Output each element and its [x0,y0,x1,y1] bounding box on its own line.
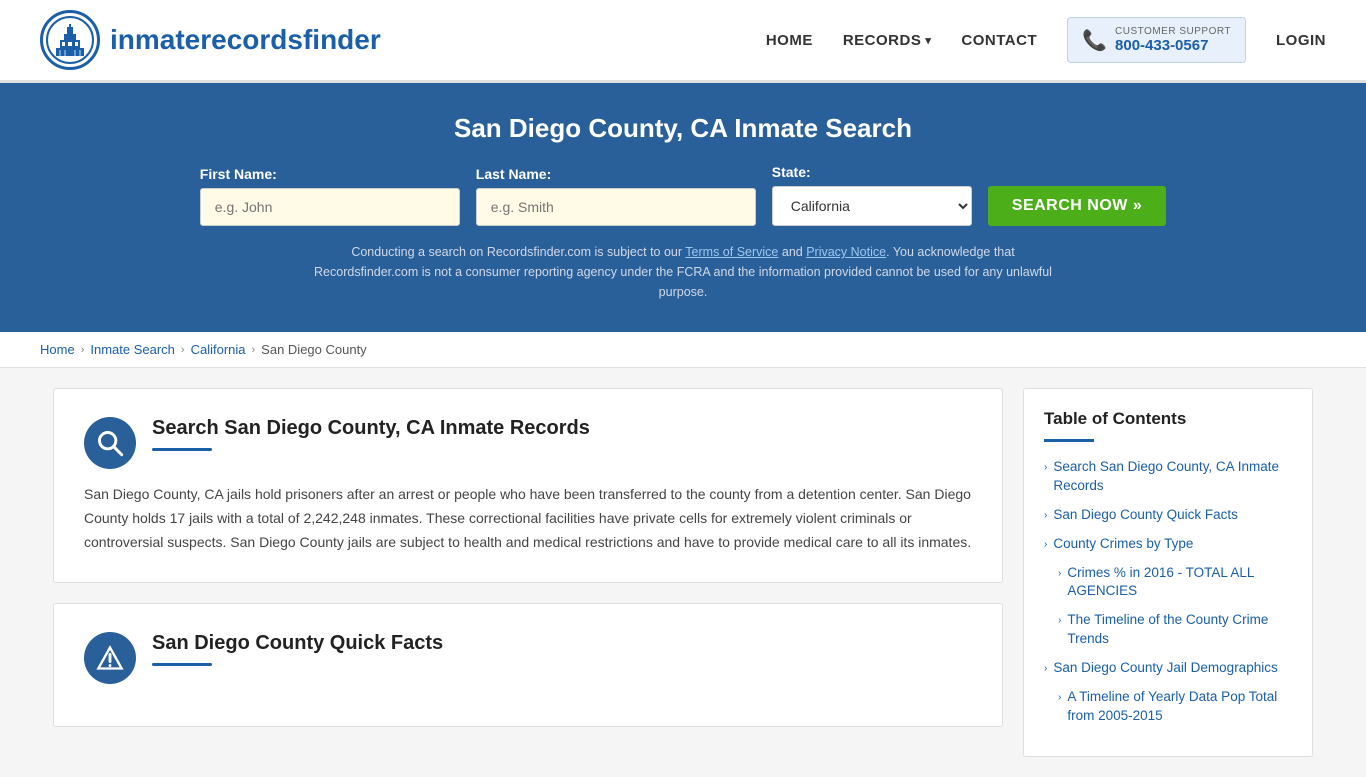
chevron-right-icon-3: › [1044,538,1047,552]
toc-item-timeline-crime[interactable]: › The Timeline of the County Crime Trend… [1058,611,1292,649]
breadcrumb-current: San Diego County [261,342,367,357]
chevron-right-icon-2: › [1044,509,1047,523]
first-name-label: First Name: [200,166,277,182]
logo-area: inmaterecordsfinder [40,10,381,70]
inmate-records-body: San Diego County, CA jails hold prisoner… [84,483,972,554]
header: inmaterecordsfinder HOME RECORDS ▾ CONTA… [0,0,1366,83]
content-area: Search San Diego County, CA Inmate Recor… [53,388,1003,757]
chevron-right-icon: › [1044,461,1047,475]
chevron-down-icon: ▾ [925,34,931,47]
logo-text: inmaterecordsfinder [110,24,381,56]
quick-facts-card: San Diego County Quick Facts [53,603,1003,727]
breadcrumb-california[interactable]: California [191,342,246,357]
search-now-button[interactable]: SEARCH NOW » [988,186,1166,226]
toc-title: Table of Contents [1044,409,1292,429]
warning-icon [96,644,124,672]
customer-support-button[interactable]: 📞 CUSTOMER SUPPORT 800-433-0567 [1067,17,1246,63]
toc-item-yearly-data[interactable]: › A Timeline of Yearly Data Pop Total fr… [1058,688,1292,726]
breadcrumb-inmate-search[interactable]: Inmate Search [90,342,175,357]
chevron-right-icon-5: › [1058,614,1061,628]
toc-underline [1044,439,1094,442]
quick-facts-header: San Diego County Quick Facts [84,632,972,684]
warning-icon-circle [84,632,136,684]
last-name-label: Last Name: [476,166,551,182]
chevron-right-icon-6: › [1044,662,1047,676]
logo-icon [40,10,100,70]
search-form: First Name: Last Name: State: AlabamaAla… [40,164,1326,226]
nav-records[interactable]: RECORDS ▾ [843,32,932,49]
hero-disclaimer: Conducting a search on Recordsfinder.com… [313,242,1053,302]
chevron-right-icon-7: › [1058,691,1061,705]
inmate-records-card: Search San Diego County, CA Inmate Recor… [53,388,1003,583]
hero-section: San Diego County, CA Inmate Search First… [0,83,1366,332]
toc-item-jail-demographics[interactable]: › San Diego County Jail Demographics [1044,659,1292,678]
nav-home[interactable]: HOME [766,32,813,49]
toc-item-crimes-2016[interactable]: › Crimes % in 2016 - TOTAL ALL AGENCIES [1058,564,1292,602]
breadcrumb-sep-2: › [181,344,185,356]
toc-item-county-crimes[interactable]: › County Crimes by Type [1044,535,1292,554]
main-nav: HOME RECORDS ▾ CONTACT 📞 CUSTOMER SUPPOR… [766,17,1326,63]
phone-icon: 📞 [1082,28,1107,53]
quick-facts-title: San Diego County Quick Facts [152,632,972,655]
privacy-notice-link[interactable]: Privacy Notice [806,245,886,259]
search-icon [96,429,124,457]
breadcrumb-sep-1: › [81,344,85,356]
main-container: Search San Diego County, CA Inmate Recor… [33,388,1333,757]
terms-of-service-link[interactable]: Terms of Service [685,245,778,259]
customer-support-label: CUSTOMER SUPPORT [1115,26,1231,37]
title-underline [152,448,212,451]
first-name-input[interactable] [200,188,460,226]
search-icon-circle [84,417,136,469]
last-name-input[interactable] [476,188,756,226]
state-label: State: [772,164,811,180]
breadcrumb-sep-3: › [252,344,256,356]
state-select[interactable]: AlabamaAlaskaArizonaArkansasCaliforniaCo… [772,186,972,226]
title-underline-2 [152,663,212,666]
sidebar: Table of Contents › Search San Diego Cou… [1023,388,1313,757]
inmate-records-header: Search San Diego County, CA Inmate Recor… [84,417,972,469]
hero-title: San Diego County, CA Inmate Search [40,113,1326,144]
inmate-records-title: Search San Diego County, CA Inmate Recor… [152,417,972,440]
table-of-contents-card: Table of Contents › Search San Diego Cou… [1023,388,1313,757]
login-button[interactable]: LOGIN [1276,32,1326,49]
toc-item-inmate-records[interactable]: › Search San Diego County, CA Inmate Rec… [1044,458,1292,496]
nav-contact[interactable]: CONTACT [961,32,1037,49]
customer-support-number: 800-433-0567 [1115,37,1231,54]
state-field: State: AlabamaAlaskaArizonaArkansasCalif… [772,164,972,226]
breadcrumb: Home › Inmate Search › California › San … [0,332,1366,368]
breadcrumb-home[interactable]: Home [40,342,75,357]
chevron-right-icon-4: › [1058,567,1061,581]
toc-item-quick-facts[interactable]: › San Diego County Quick Facts [1044,506,1292,525]
first-name-field: First Name: [200,166,460,226]
last-name-field: Last Name: [476,166,756,226]
